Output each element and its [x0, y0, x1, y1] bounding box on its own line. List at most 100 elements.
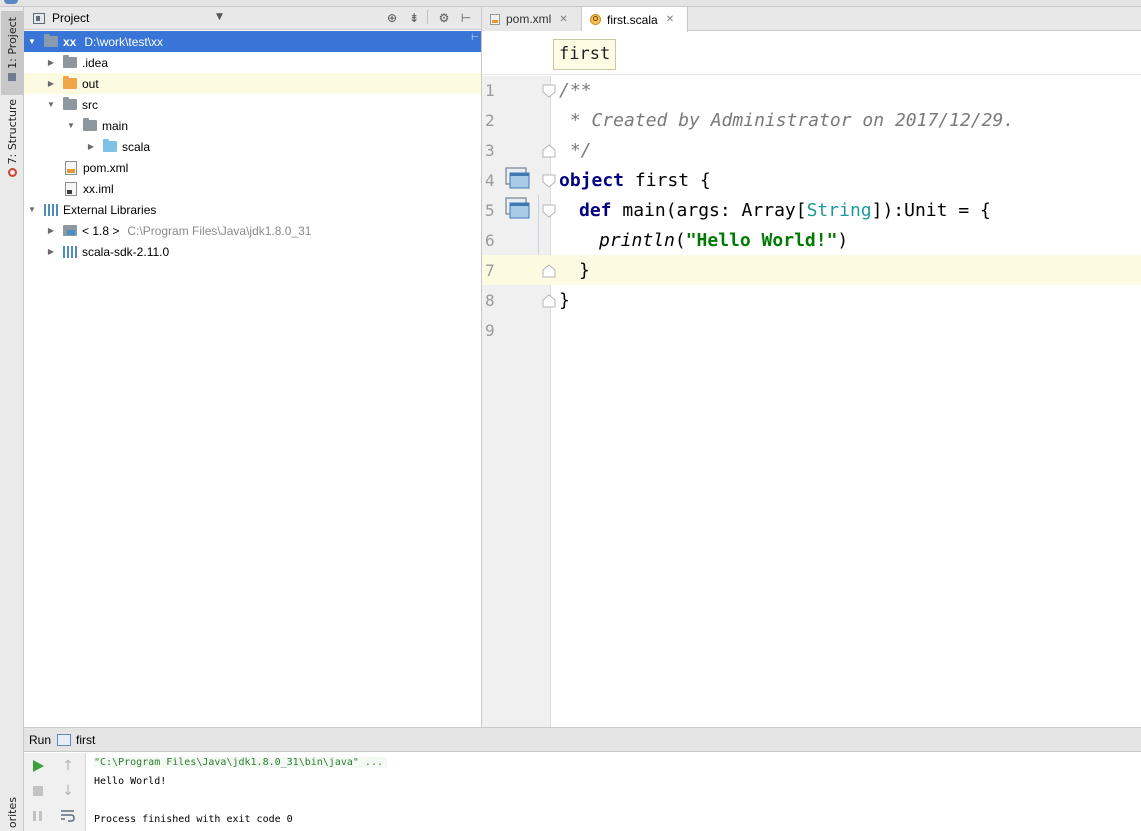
tab-first-scala[interactable]: O first.scala ✕ — [582, 7, 688, 32]
folder-icon — [63, 55, 77, 68]
console-output[interactable]: "C:\Program Files\Java\jdk1.8.0_31\bin\j… — [94, 753, 1134, 831]
tab-label: first.scala — [607, 12, 658, 27]
type-name: String — [806, 200, 872, 221]
close-icon[interactable]: ✕ — [666, 14, 674, 25]
project-panel-header: Project ▼ ⊕ ⇟ ⚙ ⊢ — [24, 7, 481, 30]
soft-wrap-button[interactable] — [58, 806, 78, 826]
code-line-5: def main(args: Array[String]):Unit = { — [579, 196, 991, 226]
collapsed-arrow-icon[interactable]: ▶ — [45, 79, 57, 88]
structure-tool-tab-label: 7: Structure — [5, 99, 19, 165]
breadcrumb-bar: first — [482, 32, 1141, 75]
code-text: ) — [837, 230, 849, 251]
comment: /** — [559, 80, 592, 101]
tree-item-jdk[interactable]: ▶ < 1.8 > C:\Program Files\Java\jdk1.8.0… — [24, 220, 481, 241]
rerun-button[interactable] — [28, 756, 48, 776]
console-exit-line: Process finished with exit code 0 — [94, 814, 293, 825]
tree-item-scala[interactable]: ▶ scala — [24, 136, 481, 157]
comment: * Created by Administrator on 2017/12/29… — [559, 110, 1015, 131]
project-tool-tab-label: 1: Project — [5, 17, 19, 69]
comment: */ — [559, 140, 592, 161]
line-number: 3 — [485, 141, 495, 160]
console-output-line: Hello World! — [94, 776, 167, 787]
jdk-icon — [63, 225, 77, 236]
fold-start-icon[interactable] — [542, 84, 556, 98]
run-config-icon — [57, 733, 72, 746]
collapsed-arrow-icon[interactable]: ▶ — [45, 247, 57, 256]
soft-wrap-icon — [61, 810, 75, 822]
pause-button[interactable] — [28, 806, 48, 826]
locate-icon[interactable]: ⊕ — [383, 10, 401, 26]
collapse-all-icon[interactable]: ⇟ — [405, 10, 423, 26]
run-gutter-icon[interactable] — [505, 197, 530, 221]
tree-item-label: < 1.8 > — [82, 223, 120, 238]
up-arrow-icon[interactable]: ↑ — [58, 756, 78, 776]
favorites-tool-tab[interactable]: orites — [1, 797, 23, 831]
line-number: 2 — [485, 111, 495, 130]
tree-item-label: scala-sdk-2.11.0 — [82, 244, 170, 259]
tree-item-iml[interactable]: xx.iml — [24, 178, 481, 199]
keyword: def — [579, 200, 612, 221]
pin-icon: ⊢ — [471, 32, 479, 42]
run-panel-header: Run first — [24, 728, 1141, 752]
fold-start-icon[interactable] — [542, 204, 556, 218]
project-view-selector[interactable]: Project — [52, 11, 89, 25]
tree-item-src[interactable]: ▼ src — [24, 94, 481, 115]
project-tool-icon — [8, 72, 16, 81]
tree-item-scala-sdk[interactable]: ▶ scala-sdk-2.11.0 — [24, 241, 481, 262]
code-line-8: } — [559, 286, 570, 316]
line-number: 5 — [485, 201, 495, 220]
library-icon — [44, 203, 58, 216]
expanded-arrow-icon[interactable]: ▼ — [26, 37, 38, 46]
fold-end-icon[interactable] — [542, 264, 556, 278]
line-number: 9 — [485, 321, 495, 340]
expanded-arrow-icon[interactable]: ▼ — [26, 205, 38, 214]
code-text: ]):Unit = { — [871, 200, 991, 221]
collapsed-arrow-icon[interactable]: ▶ — [85, 142, 97, 151]
tree-item-out[interactable]: ▶ out — [24, 73, 481, 94]
code-text: main(args: Array[ — [611, 200, 807, 221]
tree-item-pom[interactable]: pom.xml — [24, 157, 481, 178]
stop-button[interactable] — [28, 781, 48, 801]
tree-item-xx[interactable]: ▼ xx D:\work\test\xx ⊢ — [24, 31, 481, 52]
code-text: } — [579, 260, 590, 281]
tree-item-path: C:\Program Files\Java\jdk1.8.0_31 — [127, 223, 312, 238]
tree-item-idea[interactable]: ▶ .idea — [24, 52, 481, 73]
tab-pom-xml[interactable]: pom.xml ✕ — [482, 7, 582, 31]
fold-end-icon[interactable] — [542, 294, 556, 308]
pause-icon — [33, 811, 42, 821]
expanded-arrow-icon[interactable]: ▼ — [65, 121, 77, 130]
tree-item-main[interactable]: ▼ main — [24, 115, 481, 136]
code-line-7: } — [579, 256, 590, 286]
collapsed-arrow-icon[interactable]: ▶ — [45, 58, 57, 67]
line-number: 6 — [485, 231, 495, 250]
maven-file-icon — [490, 13, 500, 25]
structure-tool-tab[interactable]: 7: Structure — [1, 99, 23, 189]
string-literal: "Hello World!" — [685, 230, 838, 251]
code-line-1: /** — [559, 76, 592, 106]
tree-item-external-libraries[interactable]: ▼ External Libraries — [24, 199, 481, 220]
tree-item-label: src — [82, 97, 98, 112]
console-command-line: "C:\Program Files\Java\jdk1.8.0_31\bin\j… — [94, 757, 387, 768]
expanded-arrow-icon[interactable]: ▼ — [45, 100, 57, 109]
tree-item-label: .idea — [82, 55, 109, 70]
excluded-folder-icon — [63, 76, 77, 89]
gear-icon[interactable]: ⚙ — [435, 10, 453, 26]
down-arrow-icon[interactable]: ↓ — [58, 781, 78, 801]
run-config-tab[interactable]: first — [76, 733, 95, 747]
header-divider — [427, 10, 431, 24]
module-file-icon — [65, 181, 77, 196]
hide-panel-icon[interactable]: ⊢ — [457, 10, 475, 26]
chevron-down-icon[interactable]: ▼ — [216, 12, 223, 22]
code-line-3: */ — [559, 136, 592, 166]
fold-start-icon[interactable] — [542, 174, 556, 188]
indent-guide — [538, 195, 539, 255]
collapsed-arrow-icon[interactable]: ▶ — [45, 226, 57, 235]
structure-tool-icon — [7, 168, 17, 178]
fold-end-icon[interactable] — [542, 144, 556, 158]
project-tool-tab[interactable]: 1: Project — [1, 11, 23, 95]
run-gutter-icon[interactable] — [505, 167, 530, 191]
close-icon[interactable]: ✕ — [559, 14, 567, 25]
editor-tab-bar: pom.xml ✕ O first.scala ✕ — [482, 7, 1141, 32]
favorites-tool-tab-label: orites — [5, 797, 19, 829]
breadcrumb[interactable]: first — [553, 39, 617, 70]
